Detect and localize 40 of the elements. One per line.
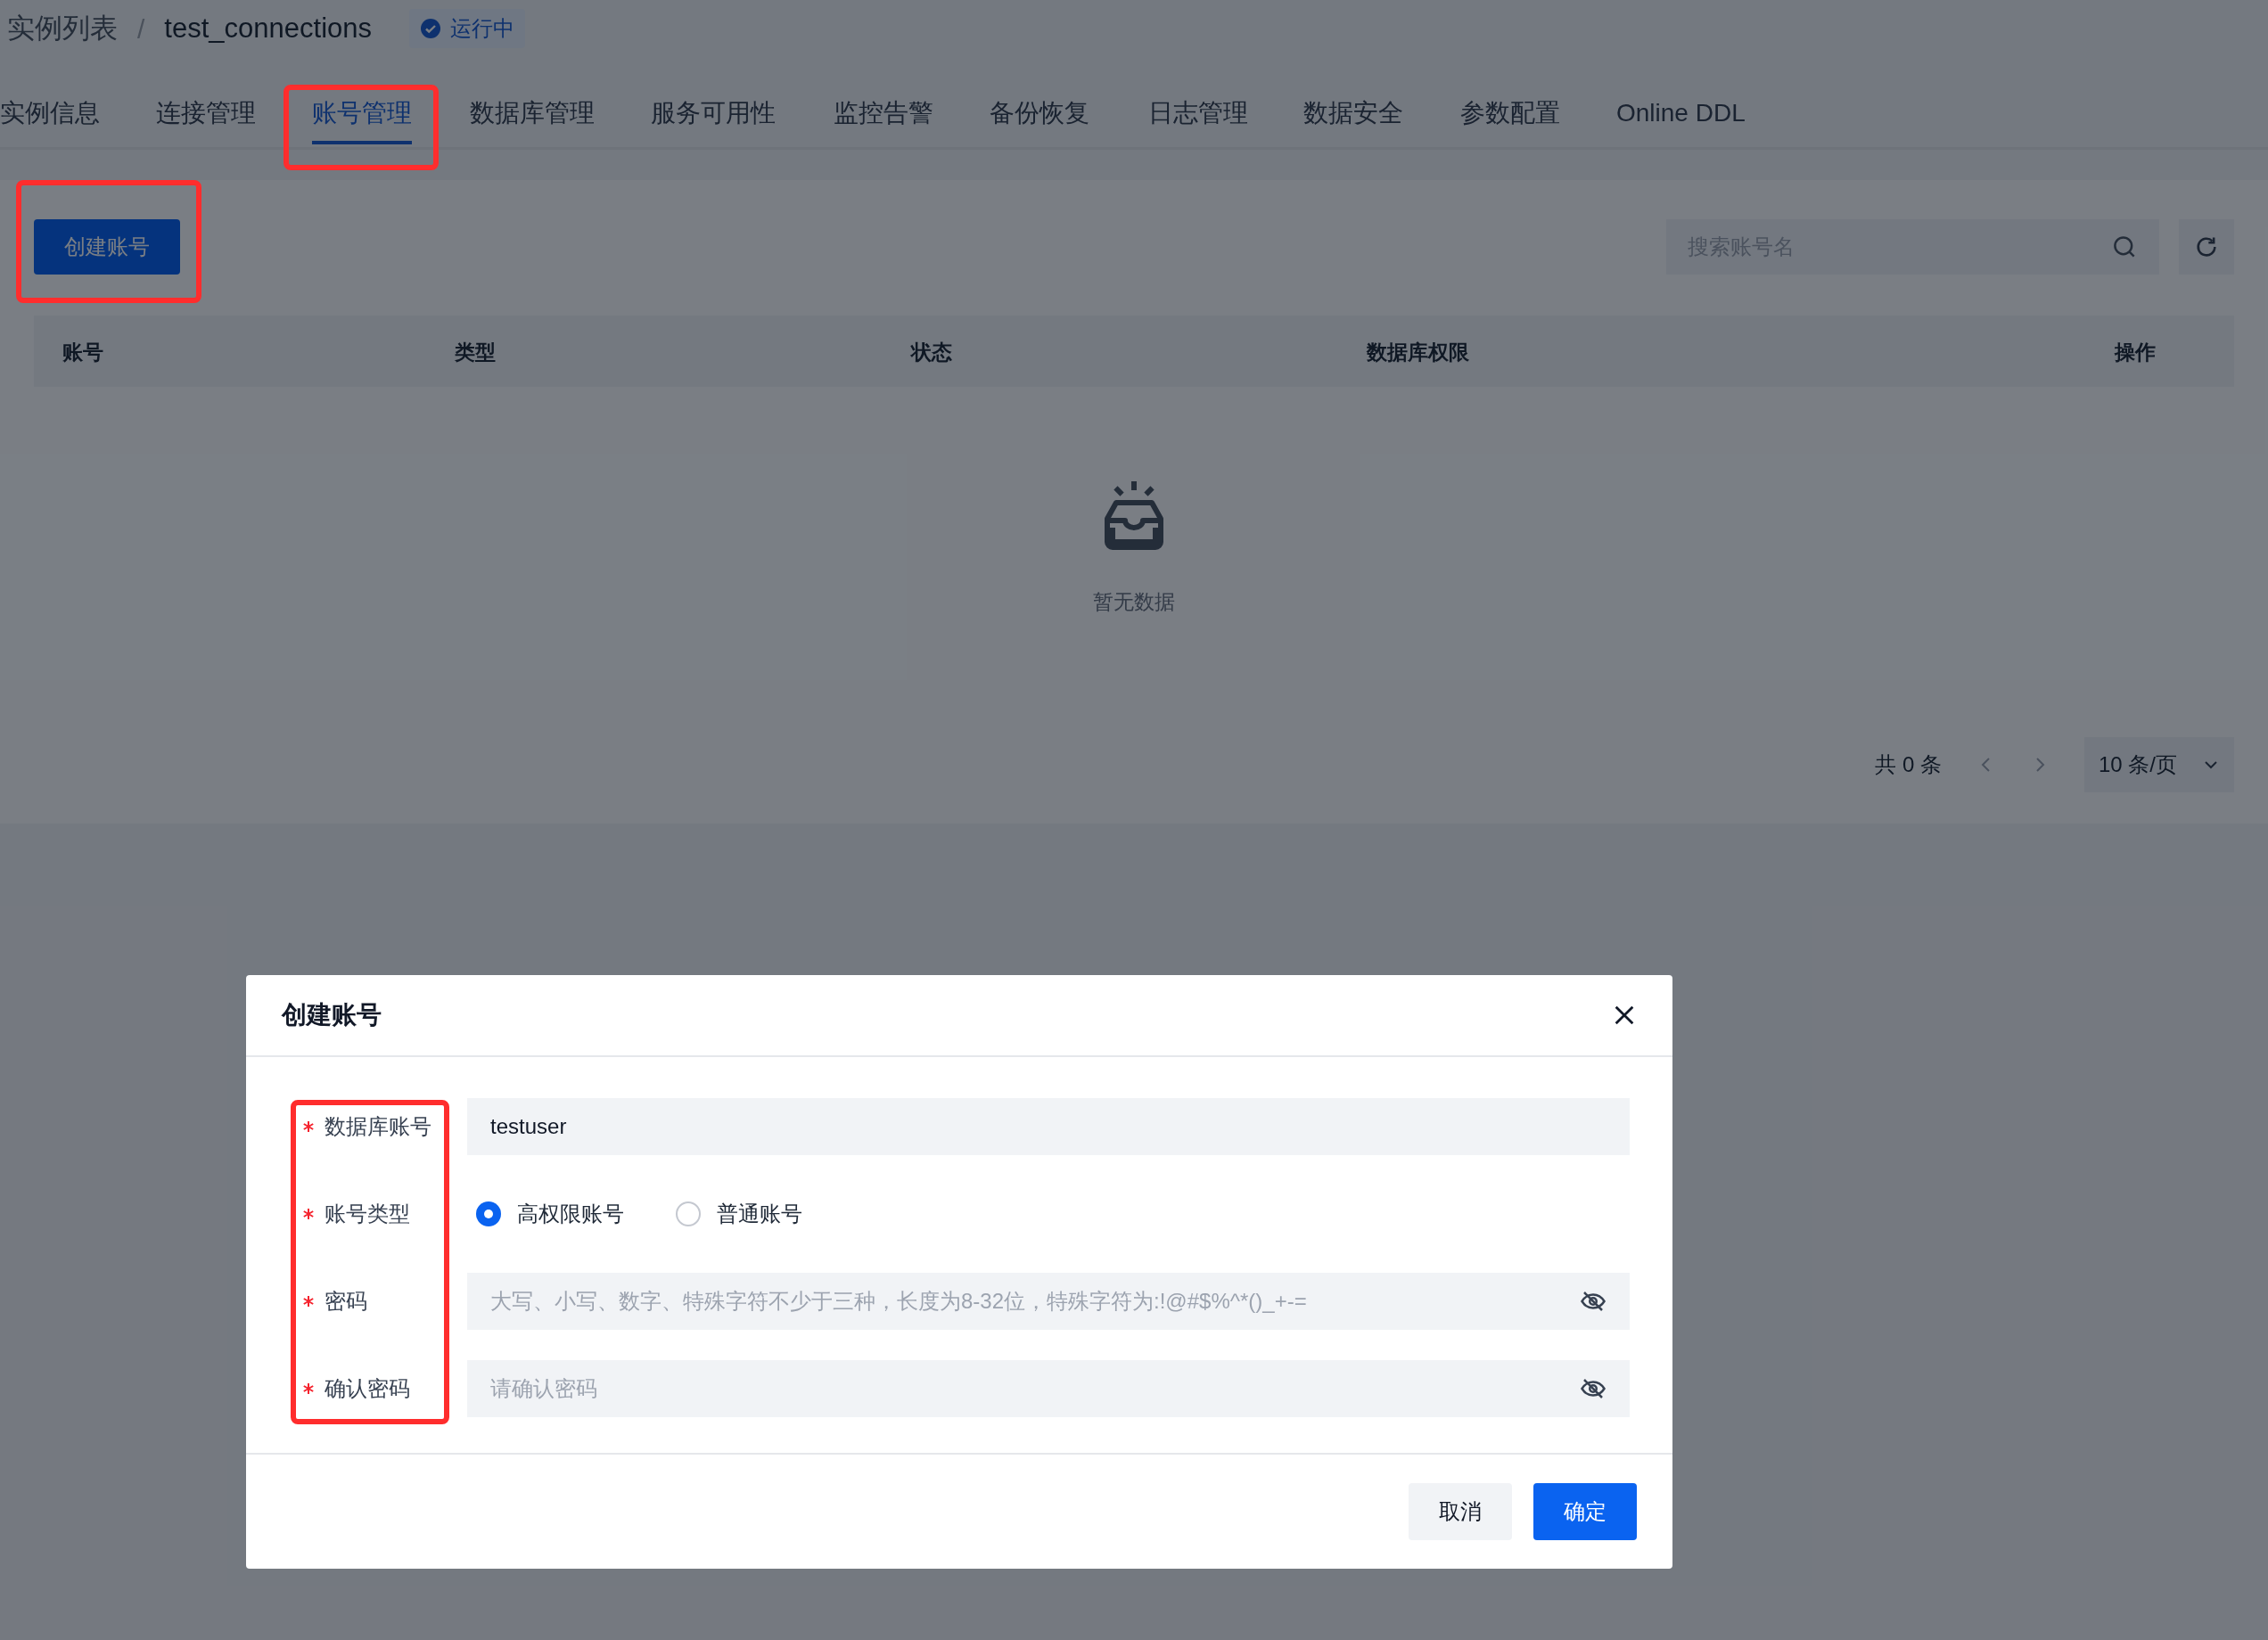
confirm-button[interactable]: 确定 xyxy=(1533,1483,1637,1540)
radio-button[interactable] xyxy=(676,1201,701,1226)
breadcrumb-link[interactable]: 实例列表 xyxy=(7,7,118,50)
total-count: 共 0 条 xyxy=(1875,750,1942,778)
password-field[interactable]: 大写、小写、数字、特殊字符不少于三种，长度为8-32位，特殊字符为:!@#$%^*()_+-= xyxy=(467,1273,1630,1330)
field-label: 密码 xyxy=(325,1288,367,1315)
refresh-button[interactable] xyxy=(2179,219,2234,275)
field-label: 确认密码 xyxy=(325,1375,410,1402)
tab[interactable]: 实例信息 xyxy=(0,86,100,144)
tab[interactable]: 服务可用性 xyxy=(651,86,776,144)
tab[interactable]: 日志管理 xyxy=(1148,86,1248,144)
field-label: 账号类型 xyxy=(325,1201,410,1227)
radio-button[interactable] xyxy=(476,1201,501,1226)
tab[interactable]: 数据安全 xyxy=(1303,86,1403,144)
cancel-button[interactable]: 取消 xyxy=(1409,1483,1512,1540)
tab[interactable]: 备份恢复 xyxy=(990,86,1089,144)
tab[interactable]: Online DDL xyxy=(1616,86,1746,144)
password-field[interactable]: 请确认密码 xyxy=(467,1360,1630,1417)
tab[interactable]: 监控告警 xyxy=(834,86,933,144)
column-header: 状态 xyxy=(911,340,952,365)
page-size-select[interactable]: 10 条/页 xyxy=(2084,736,2234,792)
dialog-title: 创建账号 xyxy=(282,1000,382,1030)
tab[interactable]: 数据库管理 xyxy=(470,86,595,144)
column-header: 数据库权限 xyxy=(1367,340,1469,365)
column-header: 类型 xyxy=(455,340,496,365)
field-label: 数据库账号 xyxy=(325,1113,431,1140)
check-circle-icon xyxy=(420,18,441,39)
empty-message: 暂无数据 xyxy=(1093,589,1175,615)
tab[interactable]: 参数配置 xyxy=(1460,86,1560,144)
refresh-icon xyxy=(2194,234,2219,259)
status-badge: 运行中 xyxy=(409,9,525,48)
column-header: 操作 xyxy=(2115,340,2156,365)
column-header: 账号 xyxy=(62,340,103,365)
account-name-field[interactable]: testuser xyxy=(467,1098,1630,1155)
tab[interactable]: 连接管理 xyxy=(156,86,256,144)
radio-option[interactable]: 普通账号 xyxy=(676,1198,802,1230)
radio-option[interactable]: 高权限账号 xyxy=(476,1198,624,1230)
create-account-button[interactable]: 创建账号 xyxy=(34,219,180,275)
breadcrumb-separator: / xyxy=(137,12,145,45)
breadcrumb-current: test_connections xyxy=(164,11,372,45)
